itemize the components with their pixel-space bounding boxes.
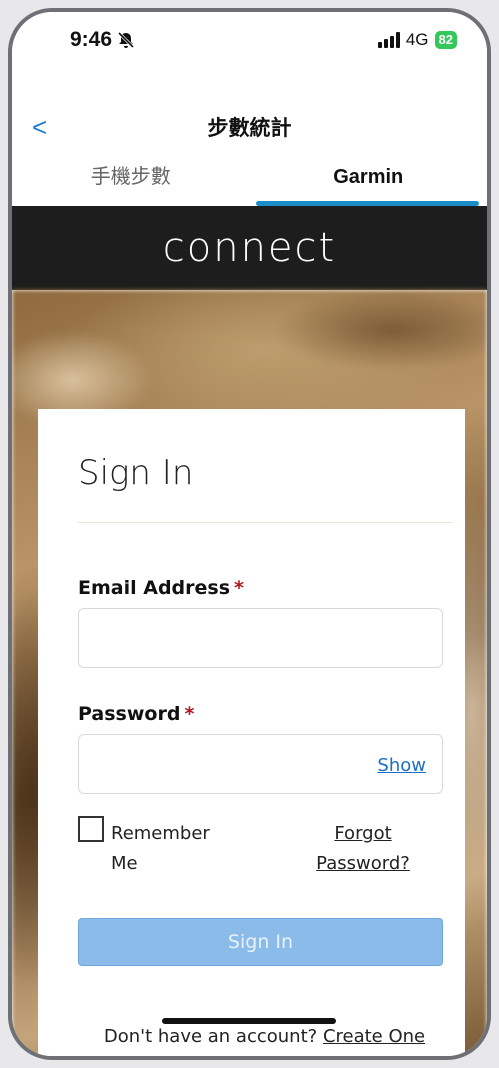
sign-in-button[interactable]: Sign In — [78, 918, 443, 966]
status-right: 4G 82 — [377, 30, 457, 50]
remember-me-label[interactable]: Remember Me — [111, 819, 241, 879]
battery-icon: 82 — [434, 31, 457, 49]
bell-muted-icon — [117, 31, 135, 49]
clock-text: 9:46 — [70, 28, 113, 51]
signin-title: Sign In — [78, 453, 194, 493]
forgot-password-link[interactable]: Forgot Password? — [308, 819, 418, 879]
remember-me-checkbox[interactable] — [78, 816, 104, 842]
tab-label: 手機步數 — [90, 166, 171, 188]
page-title: 步數統計 — [207, 117, 292, 140]
tab-phone-steps[interactable]: 手機步數 — [12, 154, 250, 206]
screen: 9:46 4G 82 < 步數統計 手機步數 Garmin connect Si… — [12, 12, 487, 1056]
status-time: 9:46 — [70, 28, 135, 52]
nav-header: < 步數統計 — [12, 102, 487, 154]
email-field[interactable] — [78, 608, 443, 668]
create-account-link[interactable]: Create One — [323, 1026, 425, 1047]
tab-label: Garmin — [333, 166, 404, 188]
no-account-text: Don't have an account? — [103, 1026, 318, 1047]
status-bar: 9:46 4G 82 — [12, 12, 487, 102]
required-mark: * — [184, 703, 195, 725]
email-label: Email Address * — [78, 577, 244, 599]
home-indicator[interactable] — [162, 1018, 336, 1024]
show-password-link[interactable]: Show — [377, 755, 426, 776]
phone-frame: 9:46 4G 82 < 步數統計 手機步數 Garmin connect Si… — [8, 8, 491, 1060]
password-label-text: Password — [78, 703, 181, 725]
tab-bar: 手機步數 Garmin — [12, 154, 487, 206]
signal-icon — [377, 32, 400, 48]
tab-garmin[interactable]: Garmin — [250, 154, 488, 206]
password-label: Password * — [78, 703, 194, 725]
network-type: 4G — [405, 30, 429, 49]
required-mark: * — [234, 577, 244, 599]
password-field[interactable]: Show — [78, 734, 443, 794]
connect-banner: connect — [12, 206, 487, 290]
garmin-connect-logo: connect — [162, 225, 337, 271]
email-label-text: Email Address — [78, 577, 231, 599]
create-account-line: Don't have an account? Create One — [38, 1026, 465, 1047]
divider — [78, 522, 453, 523]
signin-card: Sign In Email Address * Password * Show Re… — [38, 409, 465, 1056]
